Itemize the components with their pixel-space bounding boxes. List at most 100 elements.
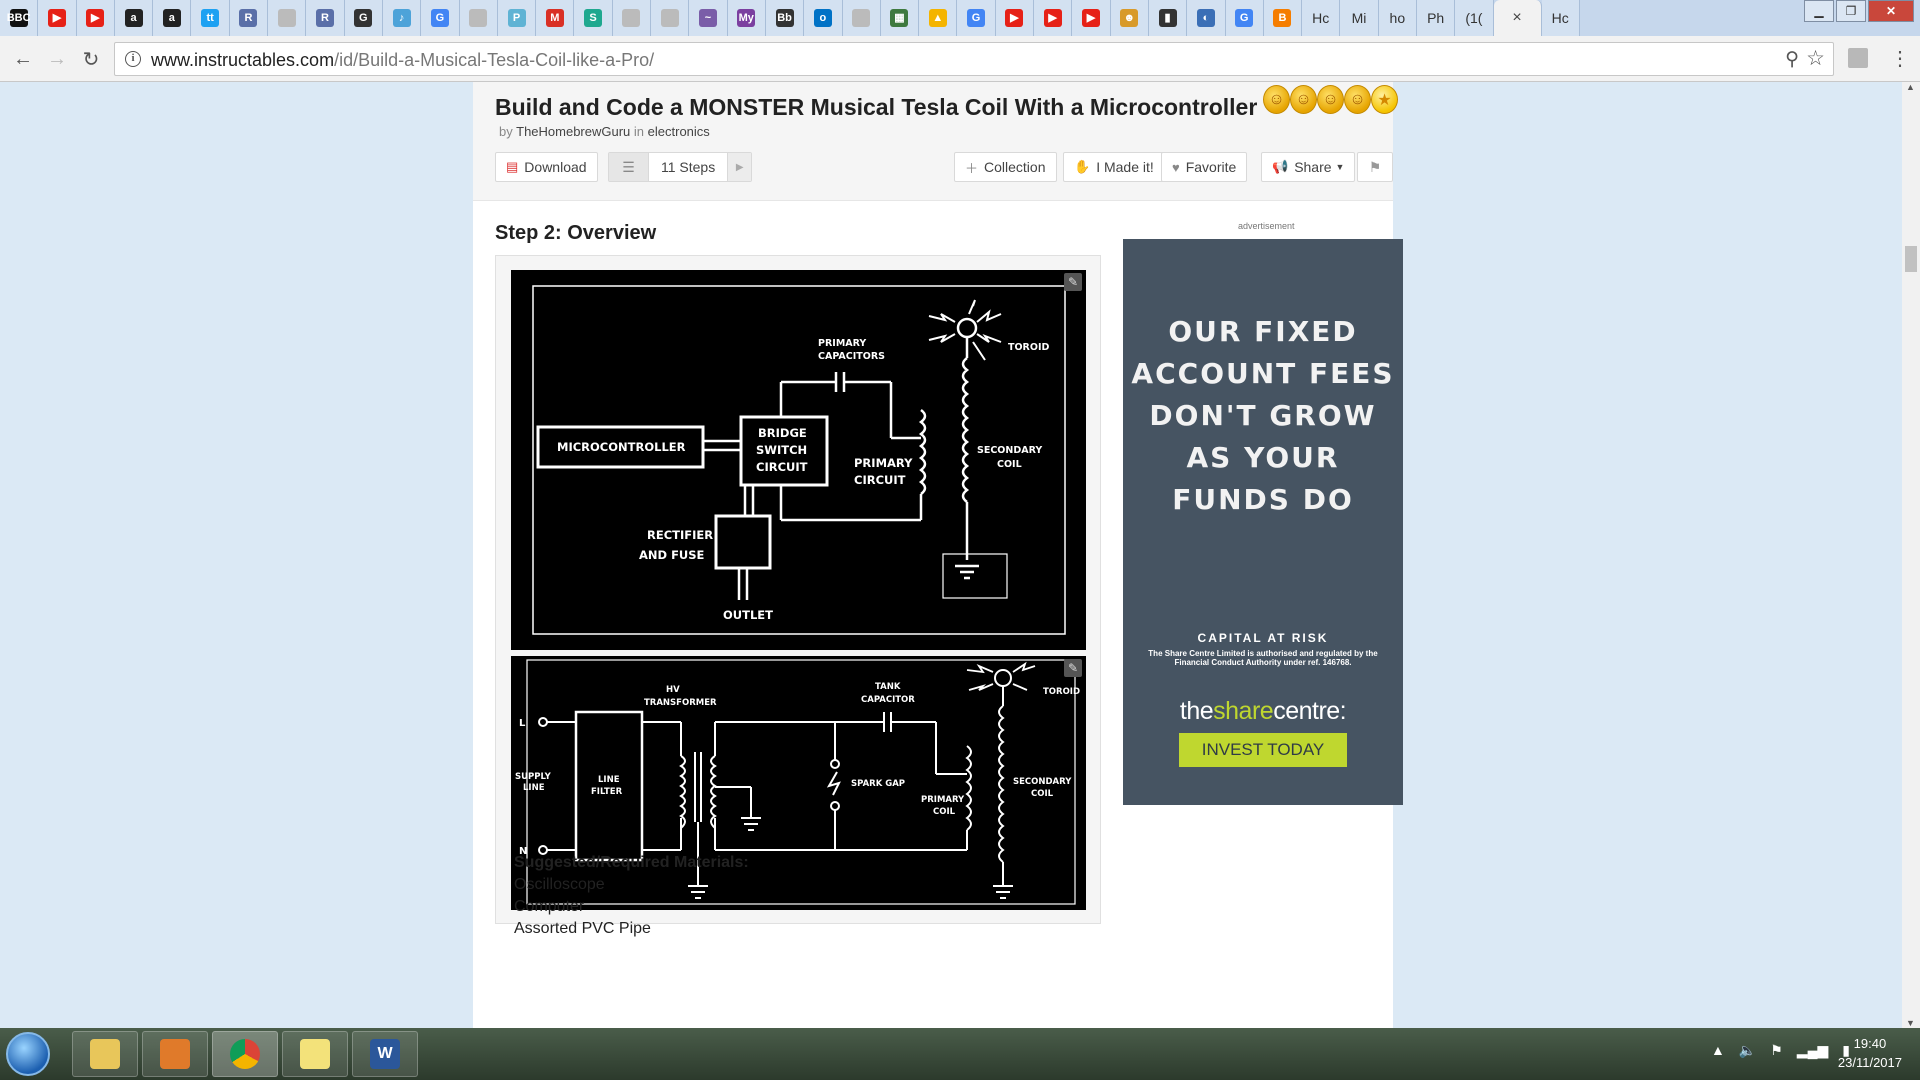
maximize-button[interactable]: ❐ [1836, 0, 1866, 22]
forward-icon[interactable]: → [44, 46, 70, 72]
made-it-button[interactable]: ✋ I Made it! [1063, 152, 1165, 182]
browser-tab[interactable]: ◐ [1187, 0, 1226, 36]
action-center-flag-icon[interactable]: ⚑ [1770, 1042, 1783, 1059]
word-taskbar-icon[interactable]: W [352, 1031, 418, 1077]
browser-tab[interactable]: My [727, 0, 766, 36]
browser-tab[interactable]: o [804, 0, 843, 36]
address-bar[interactable]: i www.instructables.com/id/Build-a-Music… [114, 42, 1834, 76]
browser-tab[interactable]: B [1263, 0, 1303, 36]
browser-tab[interactable]: BBC [0, 0, 39, 36]
ad-label: advertisement [1238, 221, 1295, 231]
ad-cta-button[interactable]: INVEST TODAY [1179, 733, 1347, 767]
browser-tab[interactable]: ▶ [38, 0, 77, 36]
favorite-button[interactable]: ♥ Favorite [1161, 152, 1248, 182]
browser-tab[interactable] [651, 0, 690, 36]
network-icon[interactable]: ▂▄▆ [1797, 1042, 1828, 1059]
byline-in: in [633, 124, 645, 139]
list-icon[interactable]: ☰ [609, 153, 649, 181]
back-icon[interactable]: ← [10, 46, 36, 72]
edit-pencil-icon[interactable]: ✎ [1064, 273, 1082, 291]
browser-tab[interactable]: Hc [1302, 0, 1341, 36]
rating-badges: ☺ ☺ ☺ ☺ ★ [1263, 85, 1398, 114]
bookmark-star-icon[interactable]: ☆ [1806, 46, 1825, 71]
browser-tab[interactable] [268, 0, 307, 36]
browser-tab[interactable] [459, 0, 498, 36]
browser-tab[interactable]: P [497, 0, 537, 36]
edit-pencil-icon[interactable]: ✎ [1064, 659, 1082, 677]
browser-tab[interactable]: G [957, 0, 996, 36]
browser-tab[interactable]: Bb [765, 0, 805, 36]
label-line: LINE [598, 775, 620, 785]
browser-tab[interactable]: M [536, 0, 575, 36]
page-viewport: Build and Code a MONSTER Musical Tesla C… [0, 82, 1902, 1028]
active-tab-close-icon[interactable]: × [1493, 0, 1542, 36]
explorer-taskbar-icon[interactable] [72, 1031, 138, 1077]
extension-icon[interactable] [1848, 48, 1868, 68]
ad-headline: OUR FIXED ACCOUNT FEES DON'T GROW AS YOU… [1123, 311, 1403, 521]
author-link[interactable]: TheHomebrewGuru [516, 124, 630, 139]
advertisement-banner[interactable]: OUR FIXED ACCOUNT FEES DON'T GROW AS YOU… [1123, 239, 1403, 805]
browser-tab[interactable]: R [229, 0, 269, 36]
browser-tab[interactable]: ~ [689, 0, 728, 36]
browser-tab[interactable]: Mi [1340, 0, 1379, 36]
browser-tab[interactable]: ▮ [1148, 0, 1188, 36]
reload-icon[interactable]: ↻ [78, 46, 104, 72]
label-primary-circuit-2: CIRCUIT [854, 473, 906, 487]
browser-tab[interactable]: ▲ [919, 0, 958, 36]
collection-button[interactable]: ＋ Collection [954, 152, 1057, 182]
browser-tab[interactable]: (1( [1455, 0, 1494, 36]
scroll-down-arrow-icon[interactable]: ▼ [1906, 1018, 1915, 1028]
browser-tab[interactable]: G [1225, 0, 1264, 36]
browser-tab[interactable]: ☻ [1110, 0, 1149, 36]
chrome-taskbar-icon[interactable] [212, 1031, 278, 1077]
browser-tab[interactable]: G [344, 0, 383, 36]
sticky-notes-taskbar-icon[interactable] [282, 1031, 348, 1077]
browser-tab[interactable]: tt [191, 0, 230, 36]
page-scrollbar[interactable]: ▲ ▼ [1902, 82, 1920, 1028]
browser-tab[interactable]: R [306, 0, 345, 36]
info-icon[interactable]: i [125, 51, 141, 67]
url-text[interactable]: www.instructables.com/id/Build-a-Musical… [151, 50, 654, 71]
scroll-thumb[interactable] [1905, 246, 1917, 272]
browser-tab[interactable]: ho [1378, 0, 1417, 36]
tab-favicon-icon: R [316, 9, 335, 27]
block-diagram-image[interactable]: MICROCONTROLLER BRIDGE SWITCH CIRCUIT PR… [511, 270, 1086, 650]
browser-tab[interactable] [612, 0, 652, 36]
steps-label[interactable]: 11 Steps [649, 153, 727, 181]
ad-headline-line: AS YOUR [1186, 441, 1340, 474]
steps-navigator[interactable]: ☰ 11 Steps ▶ [608, 152, 753, 182]
minimize-button[interactable]: ▁ [1804, 0, 1834, 22]
zoom-icon[interactable]: ⚲ [1785, 48, 1799, 71]
download-button[interactable]: ▤ Download [495, 152, 598, 182]
browser-tab[interactable] [842, 0, 881, 36]
browser-tab[interactable]: Hc [1541, 0, 1580, 36]
flag-button[interactable]: ⚑ [1357, 152, 1393, 182]
volume-icon[interactable]: 🔈 [1739, 1042, 1756, 1059]
browser-tab[interactable]: ▦ [880, 0, 920, 36]
scroll-up-arrow-icon[interactable]: ▲ [1906, 82, 1915, 92]
browser-tab[interactable]: Ph [1416, 0, 1456, 36]
media-player-taskbar-icon[interactable] [142, 1031, 208, 1077]
close-window-button[interactable]: ✕ [1868, 0, 1914, 22]
label-secondary-2: COIL [997, 459, 1022, 470]
browser-tab[interactable]: ▶ [995, 0, 1035, 36]
browser-tab[interactable]: ▶ [76, 0, 115, 36]
label-switch: SWITCH [756, 443, 807, 457]
plus-icon: ＋ [965, 160, 979, 176]
show-hidden-icons-icon[interactable]: ▲ [1711, 1042, 1725, 1059]
browser-tab[interactable]: ▶ [1072, 0, 1111, 36]
browser-tab[interactable]: G [421, 0, 460, 36]
browser-tab[interactable]: S [574, 0, 613, 36]
browser-tab[interactable]: ♪ [382, 0, 422, 36]
browser-tab[interactable]: a [153, 0, 192, 36]
share-button[interactable]: 📢 Share ▼ [1261, 152, 1356, 182]
category-link[interactable]: electronics [648, 124, 710, 139]
browser-tab[interactable]: a [114, 0, 154, 36]
chrome-menu-icon[interactable]: ⋮ [1890, 46, 1910, 71]
taskbar-clock[interactable]: 19:40 23/11/2017 [1838, 1034, 1902, 1072]
start-button-icon[interactable] [6, 1032, 50, 1076]
star-medal-icon: ★ [1371, 85, 1398, 114]
windows-taskbar: W ▲ 🔈 ⚑ ▂▄▆ ▮ 19:40 23/11/2017 [0, 1028, 1920, 1080]
next-step-icon[interactable]: ▶ [727, 153, 752, 181]
browser-tab[interactable]: ▶ [1034, 0, 1073, 36]
